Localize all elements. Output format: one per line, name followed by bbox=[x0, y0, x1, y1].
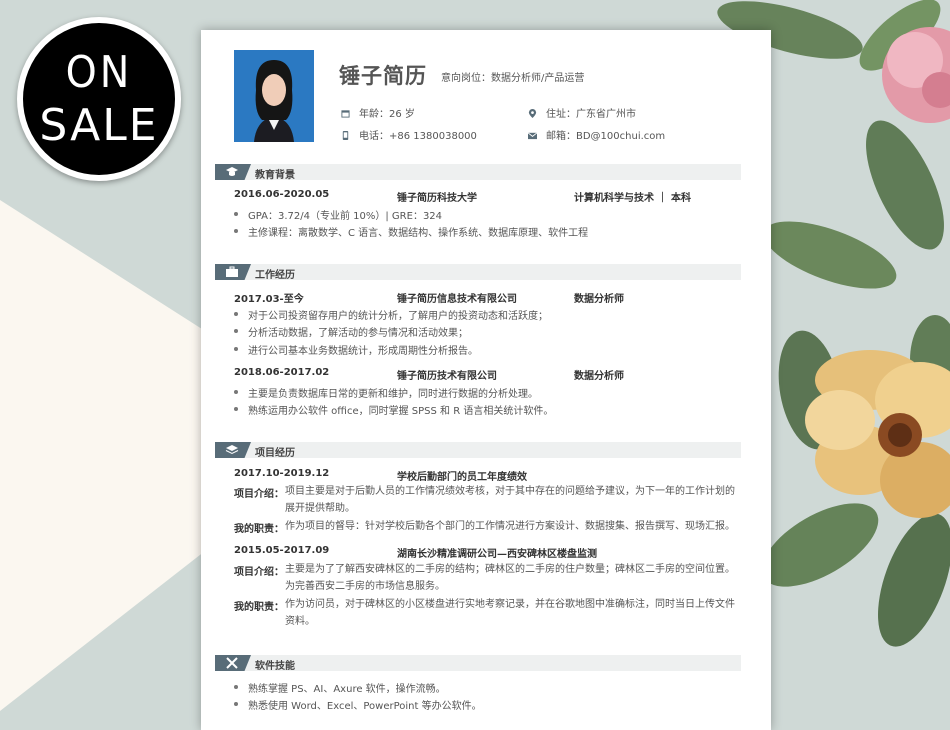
list-item: 主要是负责数据库日常的更新和维护，同时进行数据的分析处理。 bbox=[234, 385, 538, 400]
section-skills-header: 软件技能 bbox=[215, 655, 741, 672]
badge-line2: SALE bbox=[39, 100, 159, 151]
section-title: 项目经历 bbox=[255, 448, 295, 459]
list-item: 熟悉使用 Word、Excel、PowerPoint 等办公软件。 bbox=[234, 697, 482, 712]
project-intro-text: 主要是为了了解西安碑林区的二手房的结构；碑林区的二手房的住户数量；碑林区二手房的… bbox=[285, 564, 735, 592]
info-phone: 电话：+86 1380038000 bbox=[341, 127, 477, 142]
intended-position: 意向岗位：数据分析师/产品运营 bbox=[441, 73, 585, 84]
layers-icon bbox=[225, 445, 239, 455]
phone-text: 电话：+86 1380038000 bbox=[359, 131, 477, 142]
profile-photo bbox=[234, 50, 314, 142]
project-intro-label: 项目介绍： bbox=[234, 567, 284, 578]
age-text: 年龄：26 岁 bbox=[359, 109, 415, 120]
project-name: 学校后勤部门的员工年度绩效 bbox=[397, 472, 527, 483]
project-duty-text: 作为项目的督导：针对学校后勤各个部门的工作情况进行方案设计、数据搜集、报告撰写、… bbox=[285, 521, 735, 532]
job-date: 2018.06-2017.02 bbox=[234, 367, 330, 378]
project-date: 2015.05-2017.09 bbox=[234, 545, 330, 556]
project-duty-label: 我的职责： bbox=[234, 524, 284, 535]
section-title: 工作经历 bbox=[255, 270, 295, 281]
list-item: 熟练运用办公软件 office，同时掌握 SPSS 和 R 语言相关统计软件。 bbox=[234, 402, 553, 417]
job-role: 数据分析师 bbox=[574, 294, 624, 305]
calendar-icon bbox=[341, 110, 350, 118]
list-item: 进行公司基本业务数据统计，形成周期性分析报告。 bbox=[234, 342, 478, 357]
list-item: 对于公司投资留存用户的统计分析，了解用户的投资动态和活跃度； bbox=[234, 307, 548, 322]
edu-major: 计算机科学与技术 ｜ 本科 bbox=[574, 193, 691, 204]
project-intro-label: 项目介绍： bbox=[234, 489, 284, 500]
project-intro-text: 项目主要是对于后勤人员的工作情况绩效考核，对于其中存在的问题给予建议，为下一年的… bbox=[285, 486, 735, 514]
section-work-header: 工作经历 bbox=[215, 264, 741, 281]
list-item: 熟练掌握 PS、AI、Axure 软件，操作流畅。 bbox=[234, 680, 446, 695]
project-duty-text: 作为访问员，对于碑林区的小区楼盘进行实地考察记录，并在谷歌地图中准确标注，同时当… bbox=[285, 599, 735, 627]
graduation-cap-icon bbox=[226, 167, 238, 176]
info-age: 年龄：26 岁 bbox=[341, 105, 415, 120]
briefcase-icon bbox=[226, 266, 238, 277]
address-text: 住址：广东省广州市 bbox=[546, 109, 636, 120]
list-item: 主修课程：离散数学、C 语言、数据结构、操作系统、数据库原理、软件工程 bbox=[234, 224, 588, 239]
edu-school: 锤子简历科技大学 bbox=[397, 193, 477, 204]
list-item: 分析活动数据，了解活动的参与情况和活动效果； bbox=[234, 324, 468, 339]
section-education-header: 教育背景 bbox=[215, 164, 741, 181]
resume-name: 锤子简历 bbox=[339, 64, 427, 88]
tools-icon bbox=[226, 657, 238, 669]
project-duty-label: 我的职责： bbox=[234, 602, 284, 613]
project-name: 湖南长沙精准调研公司—西安碑林区楼盘监测 bbox=[397, 549, 597, 560]
list-item: GPA：3.72/4（专业前 10%）| GRE：324 bbox=[234, 207, 442, 222]
section-title: 教育背景 bbox=[255, 170, 295, 181]
email-text: 邮箱：BD@100chui.com bbox=[546, 131, 666, 142]
edu-date: 2016.06-2020.05 bbox=[234, 189, 330, 200]
portrait-image bbox=[234, 50, 314, 142]
info-email: 邮箱：BD@100chui.com bbox=[528, 127, 665, 142]
job-company: 锤子简历信息技术有限公司 bbox=[397, 294, 517, 305]
job-role: 数据分析师 bbox=[574, 371, 624, 382]
badge-line1: ON bbox=[65, 47, 133, 98]
phone-icon bbox=[342, 131, 349, 140]
job-company: 锤子简历技术有限公司 bbox=[397, 371, 497, 382]
resume-page: 锤子简历 意向岗位：数据分析师/产品运营 年龄：26 岁 住址：广东省广州市 电… bbox=[201, 30, 771, 730]
section-projects-header: 项目经历 bbox=[215, 442, 741, 459]
project-date: 2017.10-2019.12 bbox=[234, 468, 330, 479]
envelope-icon bbox=[528, 132, 537, 140]
on-sale-badge: ON SALE bbox=[17, 17, 181, 181]
location-pin-icon bbox=[528, 109, 537, 118]
info-address: 住址：广东省广州市 bbox=[528, 105, 636, 120]
section-title: 软件技能 bbox=[255, 661, 295, 672]
job-date: 2017.03-至今 bbox=[234, 294, 304, 305]
